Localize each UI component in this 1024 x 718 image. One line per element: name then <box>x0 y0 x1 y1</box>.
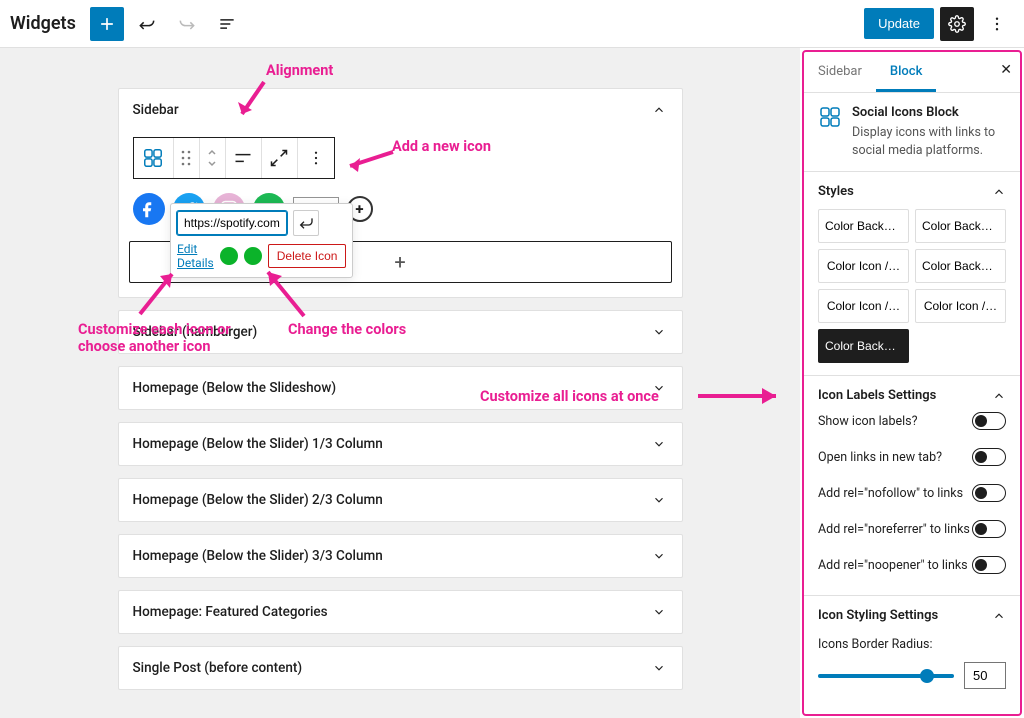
style-option[interactable]: Color Backgr… <box>915 209 1006 243</box>
style-option[interactable]: Color Backgr… <box>818 209 909 243</box>
widget-area-title: Single Post (before content) <box>133 660 303 676</box>
page-title: Widgets <box>10 13 76 34</box>
chevron-down-icon <box>650 379 668 397</box>
widget-area: Homepage (Below the Slider) 3/3 Column <box>118 534 683 578</box>
labels-panel-header[interactable]: Icon Labels Settings <box>818 388 1006 403</box>
chevron-up-icon <box>992 389 1006 403</box>
settings-sidebar: Sidebar Block ✕ Social Icons Block Displ… <box>802 50 1022 716</box>
drag-handle[interactable] <box>174 138 200 178</box>
settings-button[interactable] <box>940 7 974 41</box>
widget-area: Homepage (Below the Slider) 1/3 Column <box>118 422 683 466</box>
color-swatch-1[interactable] <box>220 247 238 265</box>
alignment-button[interactable] <box>226 138 262 178</box>
widget-area-title: Sidebar (hamburger) <box>133 324 258 340</box>
block-type-button[interactable] <box>134 138 174 178</box>
widget-area-header[interactable]: Single Post (before content) <box>119 647 682 689</box>
style-option-active[interactable]: Color Backgr… <box>818 329 909 363</box>
radius-slider[interactable] <box>818 674 954 678</box>
toggle-noopener[interactable] <box>972 556 1006 574</box>
edit-link[interactable]: Edit <box>177 242 214 256</box>
editor-canvas: Alignment Add a new icon Customize each … <box>0 48 800 718</box>
widget-area: Homepage (Below the Slider) 2/3 Column <box>118 478 683 522</box>
style-option[interactable]: Color Icon /… <box>818 289 909 323</box>
styles-panel-header[interactable]: Styles <box>818 184 1006 199</box>
options-button[interactable] <box>980 7 1014 41</box>
chevron-up-icon <box>992 185 1006 199</box>
widget-area-title: Homepage (Below the Slideshow) <box>133 380 337 396</box>
block-toolbar <box>133 137 335 179</box>
widget-area-header[interactable]: Homepage (Below the Slider) 3/3 Column <box>119 535 682 577</box>
toggle-label: Add rel="nofollow" to links <box>818 486 963 501</box>
close-icon[interactable]: ✕ <box>1000 62 1012 78</box>
chevron-down-icon <box>650 491 668 509</box>
add-block-button[interactable] <box>90 7 124 41</box>
undo-button[interactable] <box>130 7 164 41</box>
toggle-new-tab[interactable] <box>972 448 1006 466</box>
widget-area-header[interactable]: Sidebar <box>119 89 682 131</box>
facebook-icon[interactable] <box>133 193 165 225</box>
widget-area-sidebar: Sidebar <box>118 88 683 298</box>
submit-url-button[interactable] <box>293 210 319 236</box>
toggle-nofollow[interactable] <box>972 484 1006 502</box>
toggle-label: Open links in new tab? <box>818 450 942 465</box>
radius-input[interactable] <box>964 662 1006 689</box>
widget-area: Homepage: Featured Categories <box>118 590 683 634</box>
chevron-down-icon <box>650 323 668 341</box>
top-bar: Widgets Update <box>0 0 1024 48</box>
style-option[interactable]: Color Backgr… <box>915 249 1006 283</box>
details-link[interactable]: Details <box>177 256 214 270</box>
toggle-noreferrer[interactable] <box>972 520 1006 538</box>
block-description: Display icons with links to social media… <box>852 124 1006 159</box>
toggle-show-labels[interactable] <box>972 412 1006 430</box>
chevron-down-icon <box>650 435 668 453</box>
widget-area-title: Homepage: Featured Categories <box>133 604 328 620</box>
move-button[interactable] <box>200 138 226 178</box>
transform-button[interactable] <box>262 138 298 178</box>
tab-block[interactable]: Block <box>876 52 936 92</box>
delete-icon-button[interactable]: Delete Icon <box>268 244 347 268</box>
annotation-alignment: Alignment <box>266 62 333 79</box>
list-view-button[interactable] <box>210 7 244 41</box>
block-title: Social Icons Block <box>852 105 1006 120</box>
widget-area: Single Post (before content) <box>118 646 683 690</box>
style-option[interactable]: Color Icon /… <box>915 289 1006 323</box>
redo-button[interactable] <box>170 7 204 41</box>
widget-area-title: Homepage (Below the Slider) 3/3 Column <box>133 548 383 564</box>
url-popover: Edit Details Delete Icon <box>170 203 353 278</box>
widget-area-title: Homepage (Below the Slider) 2/3 Column <box>133 492 383 508</box>
chevron-up-icon <box>650 101 668 119</box>
style-option[interactable]: Color Icon /… <box>818 249 909 283</box>
block-type-icon <box>818 105 842 129</box>
chevron-down-icon <box>650 547 668 565</box>
more-options-button[interactable] <box>298 138 334 178</box>
tab-sidebar[interactable]: Sidebar <box>804 52 876 92</box>
widget-area-header[interactable]: Homepage: Featured Categories <box>119 591 682 633</box>
styling-panel-header[interactable]: Icon Styling Settings <box>818 608 1006 623</box>
chevron-up-icon <box>992 609 1006 623</box>
update-button[interactable]: Update <box>864 8 934 39</box>
widget-area-header[interactable]: Homepage (Below the Slider) 1/3 Column <box>119 423 682 465</box>
chevron-down-icon <box>650 659 668 677</box>
widget-area: Homepage (Below the Slideshow) <box>118 366 683 410</box>
toggle-label: Add rel="noopener" to links <box>818 558 968 573</box>
radius-label: Icons Border Radius: <box>818 637 1006 652</box>
chevron-down-icon <box>650 603 668 621</box>
widget-area-header[interactable]: Homepage (Below the Slideshow) <box>119 367 682 409</box>
toggle-label: Add rel="noreferrer" to links <box>818 522 970 537</box>
toggle-label: Show icon labels? <box>818 414 918 429</box>
widget-area-title: Homepage (Below the Slider) 1/3 Column <box>133 436 383 452</box>
widget-area-header[interactable]: Sidebar (hamburger) <box>119 311 682 353</box>
url-input[interactable] <box>177 211 287 235</box>
widget-area-header[interactable]: Homepage (Below the Slider) 2/3 Column <box>119 479 682 521</box>
widget-area-title: Sidebar <box>133 102 179 118</box>
color-swatch-2[interactable] <box>244 247 262 265</box>
widget-area: Sidebar (hamburger) <box>118 310 683 354</box>
